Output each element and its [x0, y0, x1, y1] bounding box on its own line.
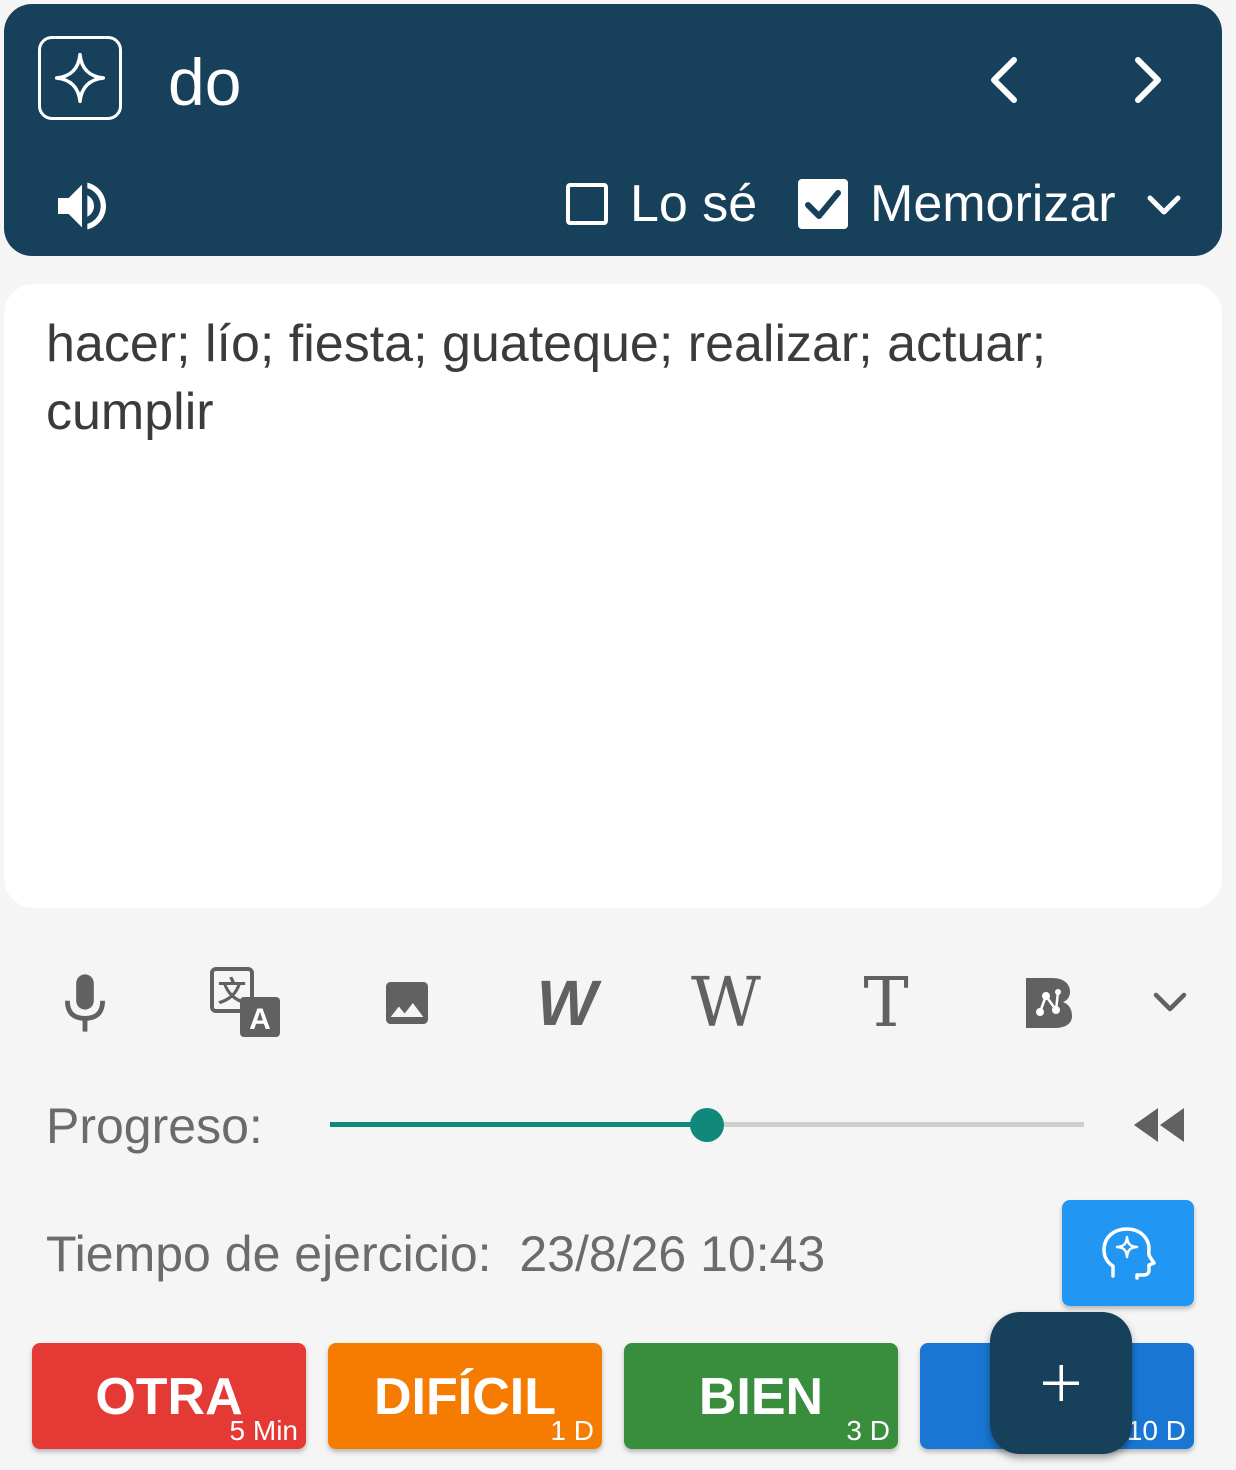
- b-network-button[interactable]: [1018, 960, 1076, 1046]
- answer-good-button[interactable]: BIEN 3 D: [624, 1343, 898, 1449]
- mic-icon: [64, 974, 106, 1032]
- translate-icon: 文 A: [210, 967, 280, 1037]
- know-label: Lo sé: [630, 175, 758, 233]
- toolbar-expand-button[interactable]: [1148, 960, 1192, 1046]
- memorize-checkbox[interactable]: Memorizar: [798, 174, 1116, 234]
- exercise-time: Tiempo de ejercicio: 23/8/26 10:43: [46, 1224, 825, 1284]
- wikipedia-button[interactable]: W: [690, 960, 762, 1046]
- ai-memory-button[interactable]: [1062, 1200, 1194, 1306]
- memorize-label: Memorizar: [870, 175, 1116, 233]
- chevron-down-icon: [1153, 992, 1187, 1012]
- rewind-icon: [1134, 1108, 1184, 1142]
- sparkle-icon: [54, 52, 106, 104]
- know-checkbox[interactable]: Lo sé: [566, 174, 757, 234]
- progress-slider[interactable]: [330, 1108, 1084, 1142]
- speaker-button[interactable]: [50, 174, 114, 238]
- chevron-right-icon: [1135, 57, 1161, 103]
- chevron-left-icon: [991, 57, 1017, 103]
- ai-sparkle-button[interactable]: [38, 36, 122, 120]
- add-word-fab[interactable]: [990, 1312, 1132, 1454]
- svg-text:A: A: [249, 1003, 271, 1036]
- text-t-icon: T: [863, 963, 909, 1043]
- wordreference-button[interactable]: W: [532, 960, 602, 1046]
- voice-input-button[interactable]: [54, 960, 116, 1046]
- w-bold-italic-icon: W: [537, 973, 602, 1033]
- meaning-card: hacer; lío; fiesta; guateque; realizar; …: [4, 284, 1222, 908]
- answer-again-interval: 5 Min: [229, 1415, 298, 1446]
- progress-slider-fill: [330, 1122, 707, 1127]
- progress-slider-thumb[interactable]: [690, 1108, 724, 1142]
- word-title: do: [168, 45, 242, 119]
- translate-button[interactable]: 文 A: [210, 960, 282, 1046]
- checkbox-unchecked-icon: [566, 183, 608, 225]
- lookup-toolbar: 文 A W W T: [0, 960, 1236, 1050]
- chevron-down-icon: [1147, 195, 1181, 215]
- next-button[interactable]: [1120, 48, 1176, 112]
- svg-text:W: W: [537, 973, 602, 1033]
- text-button[interactable]: T: [858, 960, 914, 1046]
- plus-icon: [1043, 1365, 1079, 1401]
- image-icon: [386, 982, 428, 1024]
- checkbox-checked-icon: [798, 179, 848, 229]
- answer-easy-interval: 10 D: [1126, 1415, 1186, 1446]
- meaning-text: hacer; lío; fiesta; guateque; realizar; …: [46, 315, 1047, 441]
- brain-sparkle-icon: [1102, 1227, 1156, 1280]
- answer-good-interval: 3 D: [846, 1415, 890, 1446]
- progress-label: Progreso:: [46, 1098, 263, 1154]
- wikipedia-icon: W: [691, 963, 761, 1043]
- volume-icon: [58, 182, 106, 230]
- b-network-icon: [1026, 978, 1072, 1028]
- exercise-time-label: Tiempo de ejercicio:: [46, 1226, 492, 1282]
- memorize-dropdown-button[interactable]: [1140, 182, 1188, 230]
- image-search-button[interactable]: [378, 960, 436, 1046]
- answer-hard-interval: 1 D: [550, 1415, 594, 1446]
- previous-button[interactable]: [976, 48, 1032, 112]
- word-header: do Lo sé Memorizar: [4, 4, 1222, 256]
- answer-hard-button[interactable]: DIFÍCIL 1 D: [328, 1343, 602, 1449]
- reset-progress-button[interactable]: [1130, 1100, 1190, 1150]
- exercise-time-value: 23/8/26 10:43: [519, 1226, 826, 1282]
- answer-again-button[interactable]: OTRA 5 Min: [32, 1343, 306, 1449]
